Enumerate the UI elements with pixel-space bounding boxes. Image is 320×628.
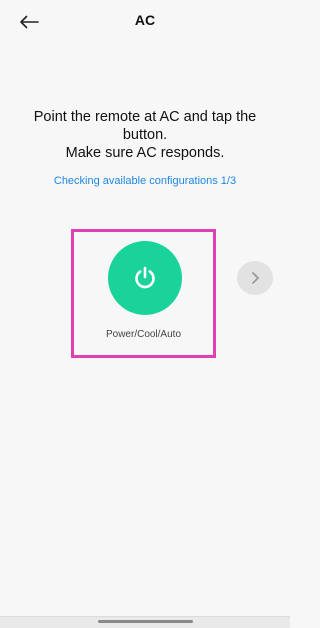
screen: AC Point the remote at AC and tap the bu… (0, 0, 290, 628)
instruction-line-2: Make sure AC responds. (65, 145, 225, 161)
header: AC (0, 0, 290, 44)
power-button-label: Power/Cool/Auto (105, 329, 182, 340)
instruction-line-1: Point the remote at AC and tap the butto… (33, 109, 257, 143)
instructions-text: Point the remote at AC and tap the butto… (10, 108, 280, 162)
chevron-right-icon (252, 272, 259, 284)
configuration-status: Checking available configurations 1/3 (53, 175, 237, 187)
page-title: AC (134, 12, 156, 28)
power-button[interactable] (108, 241, 182, 315)
home-indicator[interactable] (98, 620, 193, 623)
system-navigation-bar (0, 616, 290, 628)
power-icon (135, 266, 155, 289)
next-configuration-button[interactable] (237, 261, 273, 295)
